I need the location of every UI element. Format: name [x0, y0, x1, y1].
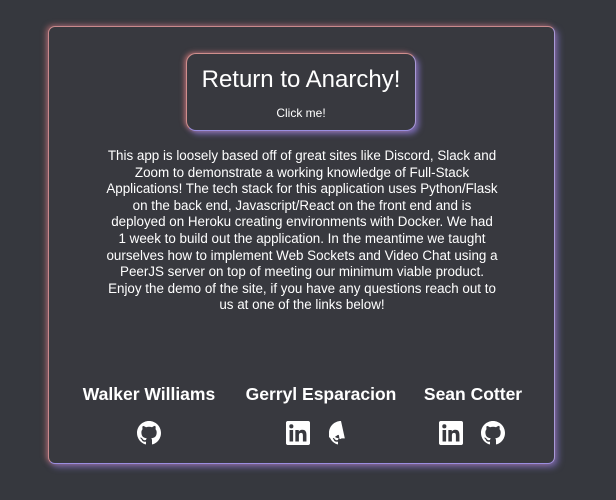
creator-name-sean-cotter: Sean Cotter	[423, 384, 523, 404]
creator-name-walker-williams: Walker Williams	[82, 384, 216, 404]
github-icon[interactable]	[329, 421, 353, 445]
page: Return to Anarchy! Click me! This app is…	[0, 0, 616, 500]
github-icon[interactable]	[137, 421, 161, 445]
return-to-anarchy-button[interactable]: Return to Anarchy! Click me!	[186, 53, 416, 131]
linkedin-icon[interactable]	[439, 421, 463, 445]
return-button-title: Return to Anarchy!	[201, 66, 401, 93]
github-icon[interactable]	[481, 421, 505, 445]
linkedin-icon[interactable]	[286, 421, 310, 445]
click-me-label: Click me!	[276, 106, 326, 120]
about-description: This app is loosely based off of great s…	[106, 148, 498, 313]
creator-name-gerryl-esparacion: Gerryl Esparacion	[245, 384, 397, 404]
